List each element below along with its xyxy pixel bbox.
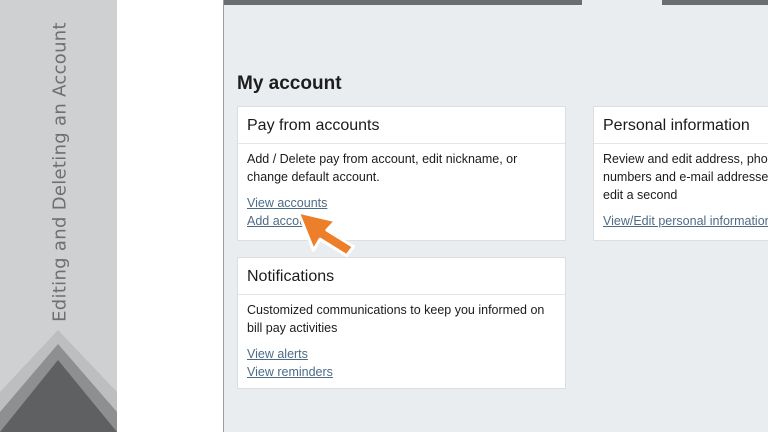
card-divider [238, 294, 565, 295]
app-screen: My account Pay from accounts Add / Delet… [223, 0, 768, 432]
personal-information-card: Personal information Review and edit add… [593, 106, 768, 241]
slide-banner: Editing and Deleting an Account [0, 0, 117, 432]
view-alerts-link[interactable]: View alerts [247, 345, 557, 363]
card-description: Customized communications to keep you in… [247, 303, 545, 335]
card-title: Notifications [247, 268, 335, 285]
card-description: Add / Delete pay from account, edit nick… [247, 152, 518, 184]
card-divider [594, 143, 768, 144]
view-reminders-link[interactable]: View reminders [247, 363, 557, 381]
card-description: Review and edit address, phone numbers a… [603, 152, 768, 202]
chevron-decoration-icon [0, 330, 117, 432]
notifications-card: Notifications Customized communications … [237, 257, 566, 389]
pay-from-accounts-card: Pay from accounts Add / Delete pay from … [237, 106, 566, 241]
slide-title: Editing and Deleting an Account [49, 22, 71, 322]
card-title: Pay from accounts [247, 117, 380, 134]
card-title: Personal information [603, 117, 750, 134]
view-accounts-link[interactable]: View accounts [247, 194, 557, 212]
view-edit-personal-info-link[interactable]: View/Edit personal information [603, 212, 768, 230]
top-nav-bar-right [662, 0, 768, 5]
add-account-link[interactable]: Add account [247, 212, 557, 230]
card-divider [238, 143, 565, 144]
top-nav-bar [224, 0, 582, 5]
page-title: My account [237, 73, 342, 94]
